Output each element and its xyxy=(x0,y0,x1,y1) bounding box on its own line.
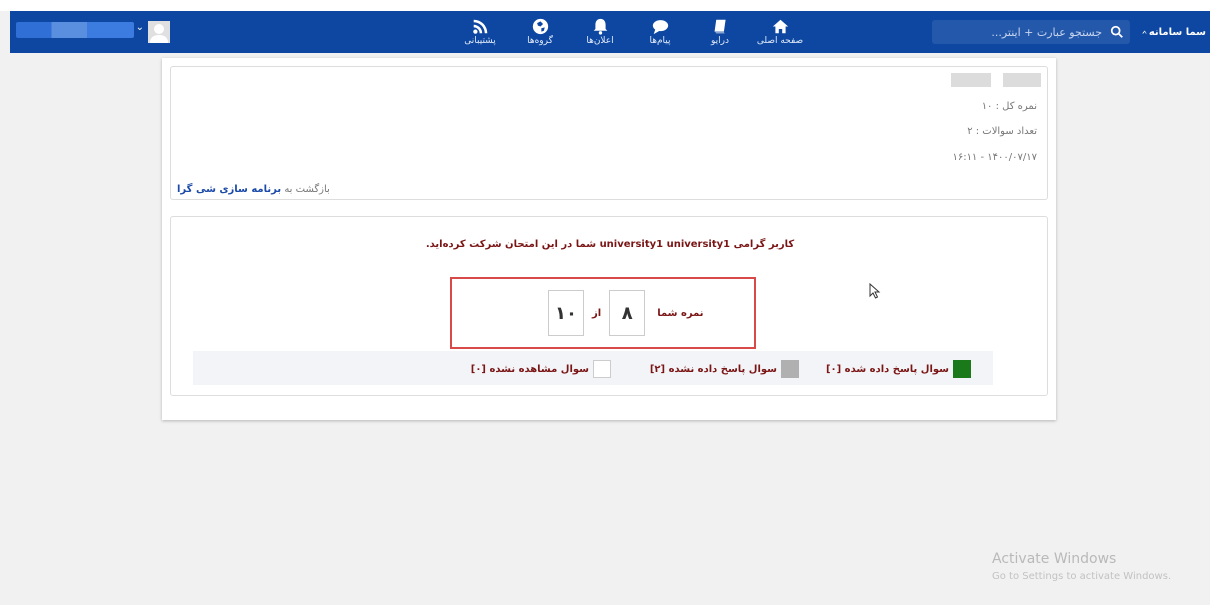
nav-messages-label: پیام‌ها xyxy=(649,36,671,46)
brand-logo[interactable]: سما سامانه xyxy=(1142,21,1206,43)
nav-home[interactable]: صفحه اصلی xyxy=(750,11,810,53)
main-content: نمره کل : ۱۰ تعداد سوالات : ۲ ۱۴۰۰/۰۷/۱۷… xyxy=(162,58,1056,420)
score-label: نمره شما xyxy=(657,307,704,319)
score-row: نمره شما ۸ از ۱۰ xyxy=(548,290,704,336)
nav-groups[interactable]: گروه‌ها xyxy=(510,11,570,53)
exam-datetime: ۱۴۰۰/۰۷/۱۷ - ۱۶:۱۱ xyxy=(952,152,1037,163)
question-legend: سوال پاسخ داده شده [۰] سوال پاسخ داده نش… xyxy=(193,351,993,385)
bell-icon xyxy=(593,18,607,35)
main-nav: صفحه اصلی درایو پیام‌ها اعلان‌ها گروه‌ها… xyxy=(450,11,810,53)
chat-icon xyxy=(652,20,668,35)
answered-swatch xyxy=(953,360,971,378)
score-total: ۱۰ xyxy=(548,290,584,336)
activate-windows-subtitle: Go to Settings to activate Windows. xyxy=(992,571,1172,582)
legend-answered: سوال پاسخ داده شده [۰] xyxy=(826,360,971,378)
legend-unanswered: سوال پاسخ داده نشده [۲] xyxy=(650,360,799,378)
legend-answered-label: سوال پاسخ داده شده [۰] xyxy=(825,363,949,375)
search-box[interactable] xyxy=(932,20,1130,44)
drive-icon xyxy=(714,19,726,34)
exam-info-panel: نمره کل : ۱۰ تعداد سوالات : ۲ ۱۴۰۰/۰۷/۱۷… xyxy=(170,66,1048,200)
total-score: نمره کل : ۱۰ xyxy=(981,101,1037,112)
score-value: ۸ xyxy=(609,290,646,336)
question-count: تعداد سوالات : ۲ xyxy=(967,126,1037,137)
user-menu[interactable]: ⌄ xyxy=(16,20,146,40)
nav-support-label: پشتیبانی xyxy=(464,36,496,46)
legend-unanswered-label: سوال پاسخ داده نشده [۲] xyxy=(649,363,777,375)
nav-support[interactable]: پشتیبانی xyxy=(450,11,510,53)
nav-notifications-label: اعلان‌ها xyxy=(586,36,614,46)
nav-drive[interactable]: درایو xyxy=(690,11,750,53)
result-message: کاربر گرامی university1 university1 شما … xyxy=(425,239,795,250)
chevron-down-icon[interactable]: ⌄ xyxy=(136,22,144,33)
rss-icon xyxy=(472,19,487,34)
back-prefix: بازگشت به xyxy=(284,184,330,195)
nav-groups-label: گروه‌ها xyxy=(527,36,553,46)
top-navbar: ⌄ صفحه اصلی درایو پیام‌ها اعلان‌ها گروه‌… xyxy=(10,11,1210,53)
score-box: نمره شما ۸ از ۱۰ xyxy=(450,277,756,349)
user-name-redacted[interactable] xyxy=(16,22,134,38)
nav-messages[interactable]: پیام‌ها xyxy=(630,11,690,53)
unseen-swatch xyxy=(593,360,611,378)
logo-mark-icon xyxy=(1142,30,1147,34)
exam-result-panel: کاربر گرامی university1 university1 شما … xyxy=(170,216,1048,396)
home-icon xyxy=(772,19,788,34)
logo-text: سما سامانه xyxy=(1148,26,1206,38)
globe-icon xyxy=(532,18,548,35)
nav-drive-label: درایو xyxy=(711,36,730,46)
score-separator: از xyxy=(592,307,602,319)
avatar[interactable] xyxy=(148,21,170,43)
activate-windows-title: Activate Windows xyxy=(992,551,1117,567)
search-input[interactable] xyxy=(942,25,1102,39)
user-icon xyxy=(150,24,168,43)
search-icon[interactable] xyxy=(1110,25,1124,39)
exam-title-redacted xyxy=(949,73,1041,87)
course-link[interactable]: برنامه سازی شی گرا xyxy=(177,184,281,195)
unanswered-swatch xyxy=(781,360,799,378)
nav-home-label: صفحه اصلی xyxy=(756,36,804,46)
back-link-row: بازگشت به برنامه سازی شی گرا xyxy=(177,184,330,195)
window-top-strip xyxy=(0,0,1210,11)
legend-unseen: سوال مشاهده نشده [۰] xyxy=(471,360,611,378)
legend-unseen-label: سوال مشاهده نشده [۰] xyxy=(470,363,589,375)
nav-notifications[interactable]: اعلان‌ها xyxy=(570,11,630,53)
mouse-cursor-icon xyxy=(869,283,881,299)
